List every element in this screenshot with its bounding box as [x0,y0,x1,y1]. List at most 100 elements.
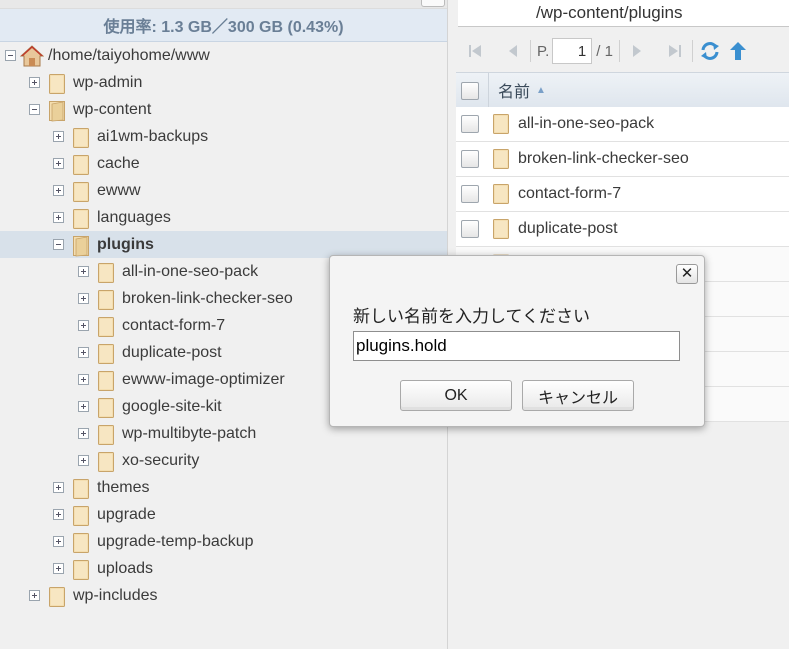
row-checkbox[interactable] [461,150,479,168]
tree-item[interactable]: uploads [53,555,153,582]
row-checkbox[interactable] [461,185,479,203]
open-folder-icon [49,100,66,121]
path-bar: /wp-content/plugins [458,0,789,27]
tree-item-label: plugins [97,235,154,253]
tree-item[interactable]: languages [53,204,171,231]
tree-item-label: xo-security [122,451,200,469]
rename-prompt: 新しい名前を入力してください [353,307,590,326]
tree-item[interactable]: contact-form-7 [78,312,225,339]
page-number-input[interactable] [552,38,593,64]
expand-toggle-icon[interactable] [78,347,89,358]
file-row[interactable]: broken-link-checker-seo [456,142,789,177]
tree-item-label: ewww-image-optimizer [122,370,285,388]
tree-item[interactable]: broken-link-checker-seo [78,285,293,312]
expand-toggle-icon[interactable] [78,293,89,304]
expand-toggle-icon[interactable] [53,482,64,493]
file-row[interactable]: contact-form-7 [456,177,789,212]
expand-toggle-icon[interactable] [78,401,89,412]
up-folder-icon[interactable] [727,40,749,62]
expand-toggle-icon[interactable] [53,185,64,196]
expand-toggle-icon[interactable] [78,455,89,466]
tree-item-label: broken-link-checker-seo [122,289,293,307]
tree-item-label: cache [97,154,140,172]
folder-icon [73,505,90,526]
ok-button[interactable]: OK [400,380,512,411]
tree-item[interactable]: ai1wm-backups [53,123,208,150]
folder-icon [98,316,115,337]
file-name: broken-link-checker-seo [518,150,689,167]
select-all-checkbox[interactable] [461,82,479,100]
page-total: / 1 [596,42,613,60]
tree-item[interactable]: upgrade [53,501,156,528]
tree-root-label: /home/taiyohome/www [48,46,210,64]
expand-toggle-icon[interactable] [78,374,89,385]
folder-icon [49,586,66,607]
prev-page-icon[interactable] [502,40,524,62]
collapse-toggle-icon[interactable] [5,50,16,61]
name-column-header[interactable]: 名前 ▲ [498,73,546,107]
tree-item[interactable]: duplicate-post [78,339,222,366]
expand-toggle-icon[interactable] [29,77,40,88]
tree-item[interactable]: google-site-kit [78,393,222,420]
folder-icon [49,73,66,94]
folder-icon [98,370,115,391]
expand-toggle-icon[interactable] [53,563,64,574]
pane-toggle-button[interactable] [421,0,445,7]
expand-toggle-icon[interactable] [53,536,64,547]
folder-icon [98,343,115,364]
folder-icon [493,183,510,204]
refresh-icon[interactable] [699,40,721,62]
folder-icon [98,397,115,418]
row-checkbox[interactable] [461,115,479,133]
expand-toggle-icon[interactable] [53,212,64,223]
cancel-button[interactable]: キャンセル [522,380,634,411]
expand-toggle-icon[interactable] [78,266,89,277]
expand-toggle-icon[interactable] [78,428,89,439]
collapse-toggle-icon[interactable] [53,239,64,250]
next-page-icon[interactable] [626,40,648,62]
row-checkbox[interactable] [461,220,479,238]
expand-toggle-icon[interactable] [53,509,64,520]
file-grid-header: 名前 ▲ [456,72,789,108]
pager-toolbar: P. / 1 [456,34,789,68]
tree-item[interactable]: wp-content [29,96,151,123]
page-label: P. [537,42,550,60]
disk-usage-text: 使用率: 1.3 GB／300 GB (0.43%) [103,19,344,36]
tree-item-label: duplicate-post [122,343,222,361]
tree-item[interactable]: xo-security [78,447,199,474]
close-icon[interactable]: ✕ [676,264,698,284]
tree-item[interactable]: wp-includes [29,582,157,609]
folder-icon [98,451,115,472]
tree-item[interactable]: all-in-one-seo-pack [78,258,258,285]
expand-toggle-icon[interactable] [29,590,40,601]
tree-item-label: languages [97,208,171,226]
folder-icon [493,113,510,134]
tree-item[interactable]: cache [53,150,140,177]
tree-item[interactable]: wp-multibyte-patch [78,420,256,447]
name-column-label: 名前 [498,84,531,101]
expand-toggle-icon[interactable] [78,320,89,331]
tree-item[interactable]: plugins [0,231,447,258]
tree-item-label: upgrade-temp-backup [97,532,254,550]
tree-item[interactable]: themes [53,474,149,501]
sort-ascending-icon: ▲ [536,84,546,96]
tree-root[interactable]: /home/taiyohome/www [5,42,210,69]
tree-item[interactable]: ewww [53,177,141,204]
tree-item-label: wp-multibyte-patch [122,424,257,442]
tree-item[interactable]: upgrade-temp-backup [53,528,254,555]
tree-item[interactable]: wp-admin [29,69,142,96]
collapse-toggle-icon[interactable] [29,104,40,115]
new-name-input[interactable] [353,331,680,361]
file-row[interactable]: all-in-one-seo-pack [456,107,789,142]
tree-item[interactable]: ewww-image-optimizer [78,366,285,393]
expand-toggle-icon[interactable] [53,158,64,169]
file-name: all-in-one-seo-pack [518,115,655,132]
disk-usage-bar: 使用率: 1.3 GB／300 GB (0.43%) [0,9,447,42]
first-page-icon[interactable] [464,40,486,62]
last-page-icon[interactable] [664,40,686,62]
expand-toggle-icon[interactable] [53,131,64,142]
tree-item-label: google-site-kit [122,397,222,415]
folder-icon [98,424,115,445]
file-row[interactable]: duplicate-post [456,212,789,247]
folder-icon [73,181,90,202]
